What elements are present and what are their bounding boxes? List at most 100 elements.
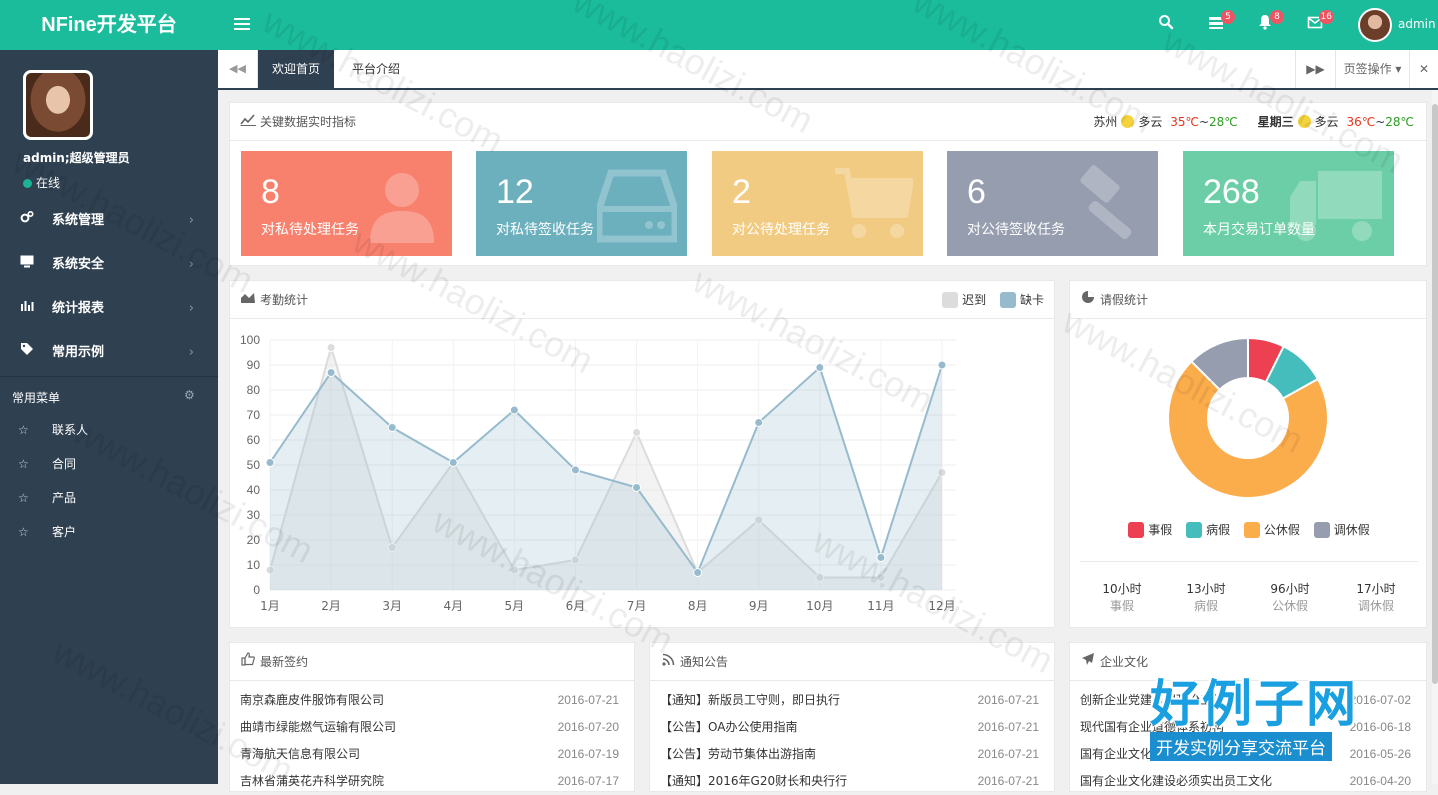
- kpi-card-private-sign[interactable]: 12 对私待签收任务: [476, 151, 687, 256]
- truck-icon: [1290, 171, 1382, 241]
- x-tick-label: 10月: [806, 599, 833, 613]
- kpi-card-orders[interactable]: 268 本月交易订单数量: [1183, 151, 1394, 256]
- gear-icon[interactable]: ⚙: [184, 388, 195, 402]
- y-tick-label: 20: [247, 533, 261, 547]
- x-tick-label: 6月: [566, 599, 586, 613]
- notice-row[interactable]: 【公告】OA办公使用指南 2016-07-21: [660, 714, 1039, 741]
- app-logo[interactable]: NFine开发平台: [0, 0, 218, 50]
- sidebar-divider: [0, 376, 218, 377]
- notice-row[interactable]: 【通知】2016年G20财长和央行行 2016-07-21: [660, 768, 1039, 795]
- tab-operations-dropdown[interactable]: 页签操作 ▾: [1335, 50, 1409, 88]
- leave-donut-chart[interactable]: [1070, 321, 1426, 521]
- favorite-item-contract[interactable]: ☆ 合同: [0, 447, 218, 481]
- notice-row[interactable]: 【通知】新版员工守则，即日执行 2016-07-21: [660, 687, 1039, 714]
- culture-row[interactable]: 国有企业文化建设必须实出员工文化 2016-04-20: [1080, 768, 1411, 795]
- weather-condition-2: 多云: [1314, 115, 1339, 129]
- kpi-card-public-pending[interactable]: 2 对公待处理任务: [712, 151, 923, 256]
- gears-icon: [18, 199, 36, 243]
- attendance-title: 考勤统计: [260, 293, 309, 307]
- legend-swatch: [1243, 522, 1260, 538]
- sidebar-item-examples[interactable]: 常用示例 ›: [0, 331, 218, 375]
- y-tick-label: 100: [240, 333, 260, 347]
- contract-row[interactable]: 青海航天信息有限公司 2016-07-19: [240, 741, 619, 768]
- pie-legend-item[interactable]: 调休假: [1313, 522, 1370, 538]
- data-point: [448, 458, 458, 467]
- sidebar-item-system-management[interactable]: 系统管理 ›: [0, 199, 218, 243]
- area-chart-icon: [240, 281, 256, 319]
- x-tick-label: 3月: [382, 599, 402, 613]
- contract-date: 2016-07-19: [557, 747, 619, 761]
- sidebar-avatar[interactable]: [23, 70, 93, 140]
- close-all-icon[interactable]: ✕: [1409, 50, 1438, 88]
- tab-platform-intro[interactable]: 平台介绍: [338, 50, 414, 88]
- y-tick-label: 30: [247, 508, 261, 522]
- favorite-item-customer[interactable]: ☆ 客户: [0, 515, 218, 549]
- mail-icon[interactable]: 16: [1304, 10, 1334, 36]
- leave-panel: 请假统计 事假 病假 公休假 调休假 10小时 事假 13小时 病假 96小时 公休假…: [1069, 280, 1427, 628]
- online-status-label: 在线: [36, 176, 61, 190]
- favorite-item-contacts[interactable]: ☆ 联系人: [0, 413, 218, 447]
- culture-row[interactable]: 国有企业文化 2016-05-26: [1080, 741, 1411, 768]
- kpi-label: 对私待签收任务: [496, 222, 594, 238]
- pie-legend-item[interactable]: 事假: [1128, 522, 1172, 538]
- leave-type: 病假: [1193, 599, 1218, 613]
- sidebar-item-label: 常用示例: [52, 345, 105, 360]
- menu-toggle-icon[interactable]: [234, 15, 250, 35]
- header-avatar[interactable]: [1358, 8, 1392, 42]
- contract-row[interactable]: 南京森鹿皮件服饰有限公司 2016-07-21: [240, 687, 619, 714]
- thumbs-up-icon: [240, 643, 256, 681]
- kpi-value: 8: [261, 173, 280, 211]
- partly-cloudy-icon: [1121, 115, 1135, 128]
- culture-text: 国有企业文化: [1080, 747, 1153, 761]
- culture-row[interactable]: 创新企业党建思想政治工作 2016-07-02: [1080, 687, 1411, 714]
- data-point: [509, 405, 519, 415]
- contract-date: 2016-07-20: [557, 720, 619, 734]
- kpi-card-public-sign[interactable]: 6 对公待签收任务: [947, 151, 1158, 256]
- sidebar-item-system-security[interactable]: 系统安全 ›: [0, 243, 218, 287]
- rss-icon: [660, 643, 676, 681]
- pie-legend-item[interactable]: 病假: [1186, 522, 1230, 538]
- legend-swatch: [1128, 522, 1145, 538]
- tab-scroll-right-icon[interactable]: ▶▶: [1295, 50, 1335, 88]
- legend-swatch: [1186, 522, 1203, 538]
- favorite-item-product[interactable]: ☆ 产品: [0, 481, 218, 515]
- bell-icon[interactable]: 8: [1254, 10, 1284, 36]
- paper-plane-icon: [1080, 643, 1096, 681]
- attendance-area-chart[interactable]: 0 10 20 30 40 50 60 70 80 90 100 1月 2月 3月 4月 5月 6月 7月 8月 9月…: [230, 320, 1054, 628]
- contract-row[interactable]: 曲靖市绿能燃气运输有限公司 2016-07-20: [240, 714, 619, 741]
- legend-label: 公休假: [1263, 523, 1300, 537]
- notice-date: 2016-07-21: [977, 747, 1039, 761]
- sidebar: admin;超级管理员 在线 系统管理 › 系统安全 › 统计报表 › 常用示例…: [0, 50, 218, 784]
- data-point: [632, 428, 642, 437]
- tab-scroll-left-icon[interactable]: ◀◀: [218, 50, 258, 88]
- online-status: 在线: [23, 174, 60, 191]
- legend-late[interactable]: 迟到: [942, 292, 986, 308]
- culture-date: 2016-05-26: [1349, 747, 1411, 761]
- weather-condition-1: 多云: [1138, 115, 1163, 129]
- search-icon[interactable]: [1155, 14, 1177, 36]
- kpi-card-private-pending[interactable]: 8 对私待处理任务: [241, 151, 452, 256]
- tab-bar: ◀◀ 欢迎首页 平台介绍 ▶▶ 页签操作 ▾ ✕: [218, 50, 1438, 90]
- sidebar-item-reports[interactable]: 统计报表 ›: [0, 287, 218, 331]
- sidebar-item-label: 系统管理: [52, 213, 105, 228]
- data-point: [876, 553, 886, 562]
- messages-icon[interactable]: 5: [1205, 10, 1235, 36]
- data-point: [570, 465, 580, 475]
- legend-missing[interactable]: 缺卡: [999, 292, 1044, 308]
- contract-row[interactable]: 吉林省蒲英花卉科学研究院 2016-07-17: [240, 768, 619, 795]
- tab-welcome[interactable]: 欢迎首页: [258, 50, 335, 88]
- contract-name: 曲靖市绿能燃气运输有限公司: [240, 720, 397, 734]
- page-scrollbar-thumb[interactable]: [1432, 104, 1438, 684]
- pie-legend-item[interactable]: 公休假: [1243, 522, 1300, 538]
- culture-row[interactable]: 现代国有企业道德体系初构 2016-06-18: [1080, 714, 1411, 741]
- kpi-panel-title: 关键数据实时指标: [260, 115, 357, 129]
- mail-badge: 16: [1318, 10, 1334, 24]
- x-tick-label: 9月: [749, 599, 769, 613]
- contracts-panel-header: 最新签约: [230, 643, 634, 681]
- notice-row[interactable]: 【公告】劳动节集体出游指南 2016-07-21: [660, 741, 1039, 768]
- culture-date: 2016-06-18: [1349, 720, 1411, 734]
- kpi-panel: 关键数据实时指标 苏州 多云 35℃~28℃ 星期三 多云 36℃~28℃ 8 对私…: [229, 102, 1427, 266]
- star-icon: ☆: [18, 423, 29, 437]
- header-username[interactable]: admin: [1398, 17, 1436, 31]
- contracts-panel: 最新签约 南京森鹿皮件服饰有限公司 2016-07-21 曲靖市绿能燃气运输有限公…: [229, 642, 635, 792]
